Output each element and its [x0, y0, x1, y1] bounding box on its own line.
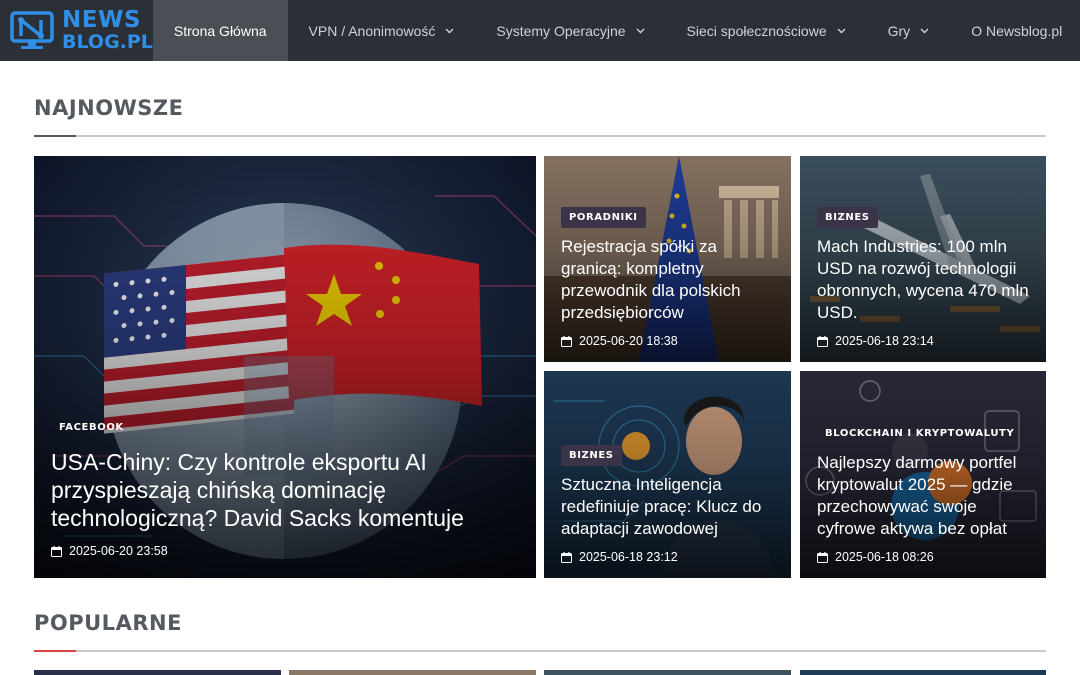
nav-item-os[interactable]: Systemy Operacyjne: [475, 0, 665, 61]
section-accent: [34, 650, 76, 652]
article-date: 2025-06-18 23:12: [579, 550, 678, 564]
section-title: POPULARNE: [34, 611, 182, 635]
article-title[interactable]: Najlepszy darmowy portfel kryptowalut 20…: [817, 452, 1032, 540]
section-accent: [34, 135, 76, 137]
article-title[interactable]: USA-Chiny: Czy kontrole eksportu AI przy…: [51, 448, 522, 532]
calendar-icon: [817, 335, 828, 347]
chevron-down-icon: [636, 28, 645, 33]
popular-card-image[interactable]: [289, 670, 536, 675]
nav-item-games[interactable]: Gry: [867, 0, 951, 61]
section-divider: [34, 135, 1046, 137]
article-card[interactable]: PORADNIKI Rejestracja spółki za granicą:…: [544, 156, 791, 362]
nav-item-label: Strona Główna: [173, 22, 267, 39]
article-card-featured[interactable]: FACEBOOK USA-Chiny: Czy kontrole eksport…: [34, 156, 536, 578]
section-latest-header: NAJNOWSZE: [34, 96, 1046, 137]
category-badge[interactable]: BIZNES: [817, 207, 878, 228]
main-menu: Strona Główna VPN / Anonimowość Systemy …: [152, 0, 1080, 61]
chevron-down-icon: [920, 28, 929, 33]
monitor-n-logo-icon: [10, 10, 56, 51]
calendar-icon: [51, 545, 62, 557]
article-title[interactable]: Rejestracja spółki za granicą: kompletny…: [561, 236, 777, 324]
nav-item-home[interactable]: Strona Główna: [152, 0, 288, 61]
article-card[interactable]: BIZNES Sztuczna Inteligencja redefiniuje…: [544, 371, 791, 578]
category-badge[interactable]: FACEBOOK: [51, 417, 132, 438]
article-title[interactable]: Sztuczna Inteligencja redefiniuje pracę:…: [561, 474, 777, 540]
nav-item-label: Gry: [887, 22, 911, 39]
popular-card-image[interactable]: [544, 670, 791, 675]
top-navbar: NEWS BLOG.PL Strona Główna VPN / Anonimo…: [0, 0, 1080, 61]
article-date: 2025-06-18 08:26: [835, 550, 934, 564]
nav-item-vpn[interactable]: VPN / Anonimowość: [288, 0, 476, 61]
site-logo[interactable]: NEWS BLOG.PL: [0, 0, 153, 61]
section-title: NAJNOWSZE: [34, 96, 184, 120]
calendar-icon: [561, 551, 572, 563]
article-card[interactable]: BLOCKCHAIN I KRYPTOWALUTY Najlepszy darm…: [800, 371, 1046, 578]
nav-item-label: VPN / Anonimowość: [308, 22, 436, 39]
chevron-down-icon: [445, 28, 454, 33]
category-badge[interactable]: PORADNIKI: [561, 207, 646, 228]
calendar-icon: [817, 551, 828, 563]
article-date: 2025-06-20 23:58: [69, 544, 168, 558]
article-card[interactable]: BIZNES Mach Industries: 100 mln USD na r…: [800, 156, 1046, 362]
chevron-down-icon: [837, 28, 846, 33]
category-badge[interactable]: BLOCKCHAIN I KRYPTOWALUTY: [817, 423, 1022, 444]
article-title[interactable]: Mach Industries: 100 mln USD na rozwój t…: [817, 236, 1032, 324]
popular-card-image[interactable]: [34, 670, 281, 675]
nav-item-social[interactable]: Sieci społecznościowe: [666, 0, 867, 61]
section-divider: [34, 650, 1046, 652]
article-date: 2025-06-18 23:14: [835, 334, 934, 348]
popular-card-image[interactable]: [800, 670, 1046, 675]
logo-text-line1: NEWS: [62, 7, 141, 33]
article-date: 2025-06-20 18:38: [579, 334, 678, 348]
section-popular-header: POPULARNE: [34, 611, 1046, 652]
nav-item-about[interactable]: O Newsblog.pl: [950, 0, 1080, 61]
calendar-icon: [561, 335, 572, 347]
nav-item-label: Sieci społecznościowe: [686, 22, 827, 39]
logo-text-line2: BLOG.PL: [62, 31, 153, 53]
nav-item-label: O Newsblog.pl: [971, 22, 1063, 39]
category-badge[interactable]: BIZNES: [561, 445, 622, 466]
nav-item-label: Systemy Operacyjne: [496, 22, 626, 39]
